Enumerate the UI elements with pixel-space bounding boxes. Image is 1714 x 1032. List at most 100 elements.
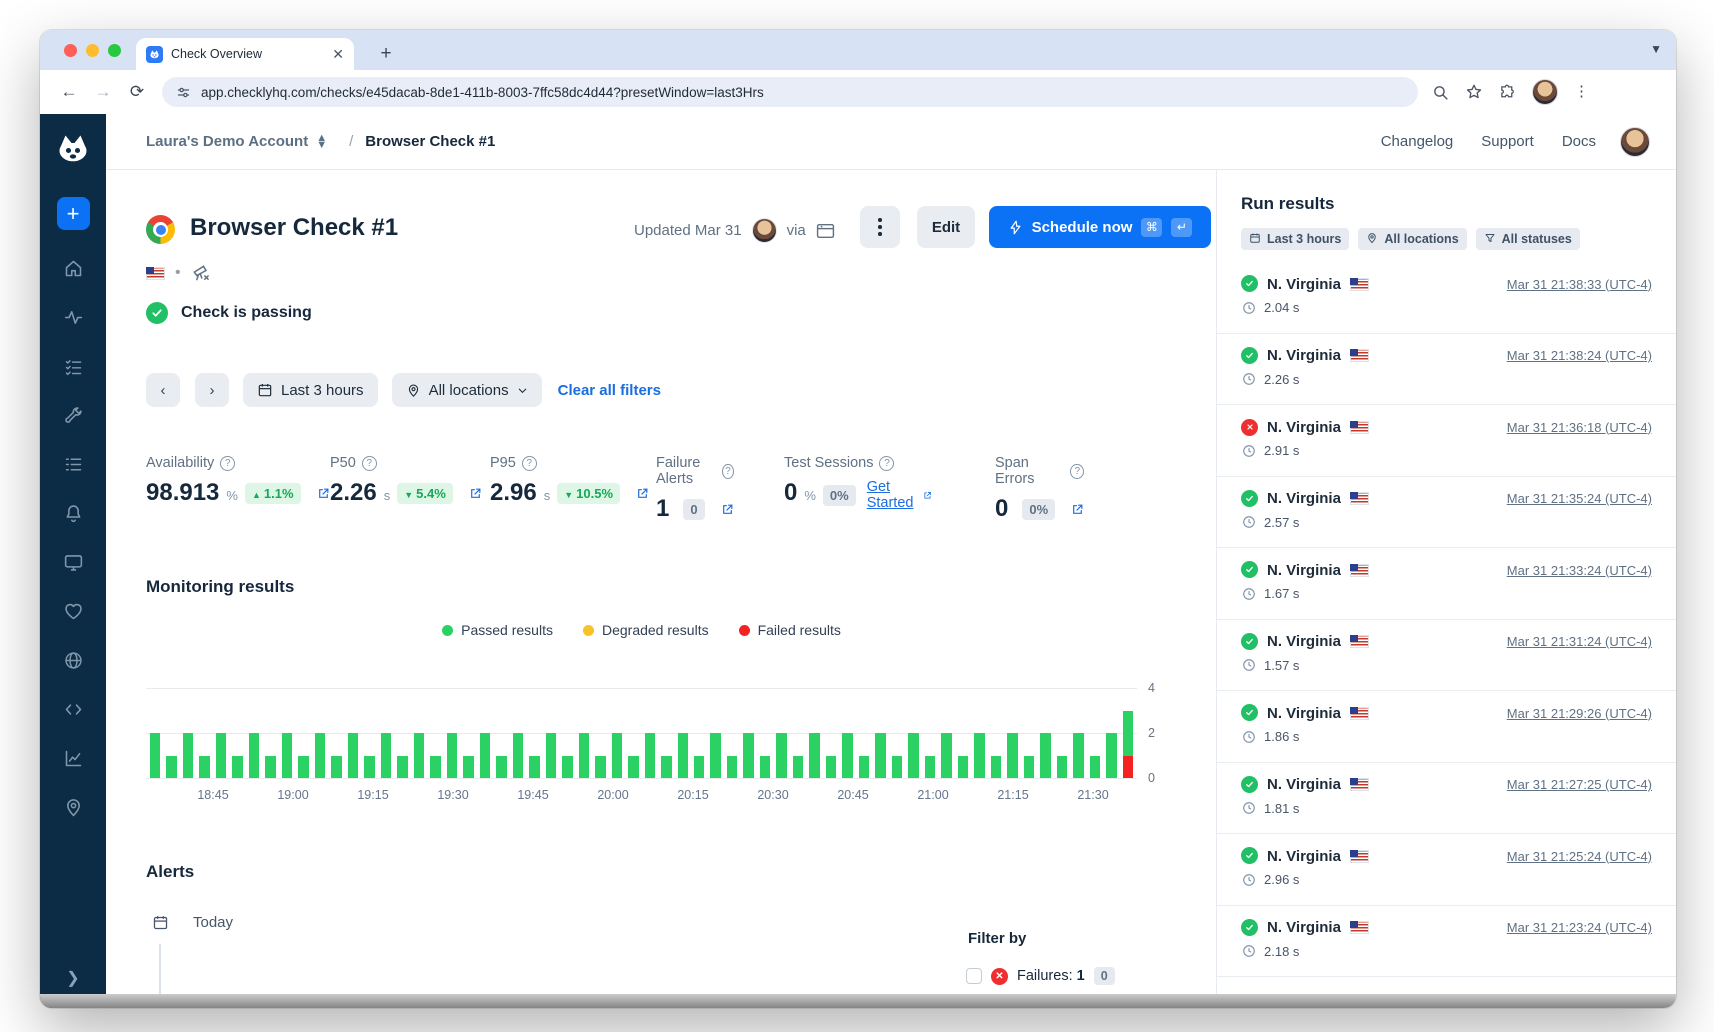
chart-bar[interactable]: [513, 733, 523, 778]
run-timestamp-link[interactable]: Mar 31 21:29:26 (UTC-4): [1507, 706, 1652, 721]
create-new-button[interactable]: +: [57, 197, 90, 230]
chart-bar[interactable]: [199, 756, 209, 779]
run-timestamp-link[interactable]: Mar 31 21:38:33 (UTC-4): [1507, 277, 1652, 292]
user-avatar[interactable]: [1620, 127, 1650, 157]
chart-bar[interactable]: [249, 733, 259, 778]
help-icon[interactable]: ?: [362, 456, 377, 471]
chart-bar[interactable]: [727, 756, 737, 779]
chart-bar[interactable]: [793, 756, 803, 779]
help-icon[interactable]: ?: [220, 456, 235, 471]
chart-bar[interactable]: [1024, 756, 1034, 779]
chart-bar[interactable]: [776, 733, 786, 778]
chart-bar[interactable]: [991, 756, 1001, 779]
chart-bar[interactable]: [579, 733, 589, 778]
chart-bar[interactable]: [958, 756, 968, 779]
chart-bar[interactable]: [480, 733, 490, 778]
sidebar-item-logs[interactable]: [59, 450, 87, 478]
chart-bar[interactable]: [1040, 733, 1050, 778]
chart-bar[interactable]: [447, 733, 457, 778]
chart-bar[interactable]: [645, 733, 655, 778]
chrome-menu-icon[interactable]: ⋮: [1574, 90, 1589, 94]
chart-bar[interactable]: [809, 733, 819, 778]
run-timestamp-link[interactable]: Mar 31 21:25:24 (UTC-4): [1507, 849, 1652, 864]
chart-bar[interactable]: [595, 756, 605, 779]
chart-bar[interactable]: [1057, 756, 1067, 779]
time-range-button[interactable]: Last 3 hours: [243, 373, 378, 407]
zoom-icon[interactable]: [1432, 84, 1449, 101]
run-timestamp-link[interactable]: Mar 31 21:36:18 (UTC-4): [1507, 420, 1652, 435]
chart-bar[interactable]: [974, 733, 984, 778]
get-started-link[interactable]: [312, 487, 330, 500]
help-icon[interactable]: ?: [522, 456, 537, 471]
chart-bar[interactable]: [859, 756, 869, 779]
chart-bar[interactable]: [628, 756, 638, 779]
chart-bar[interactable]: [166, 756, 176, 779]
chart-bar[interactable]: [315, 733, 325, 778]
help-icon[interactable]: ?: [879, 456, 894, 471]
chart-bar[interactable]: [908, 733, 918, 778]
chart-bar[interactable]: [760, 756, 770, 779]
chart-bar[interactable]: [1106, 733, 1116, 778]
sidebar-item-activity[interactable]: [59, 303, 87, 331]
chart-bar[interactable]: [1123, 711, 1133, 779]
sidebar-item-monitor[interactable]: [59, 548, 87, 576]
run-timestamp-link[interactable]: Mar 31 21:38:24 (UTC-4): [1507, 348, 1652, 363]
chart-bar[interactable]: [842, 733, 852, 778]
chart-bar[interactable]: [529, 756, 539, 779]
chart-bar[interactable]: [892, 756, 902, 779]
chart-bar[interactable]: [298, 756, 308, 779]
zoom-window-button[interactable]: [108, 44, 121, 57]
chart-bar[interactable]: [430, 756, 440, 779]
sidebar-item-bell[interactable]: [59, 499, 87, 527]
chart-bar[interactable]: [150, 733, 160, 778]
tab-search-chevron-icon[interactable]: ▼: [1650, 42, 1662, 56]
chart-bar[interactable]: [562, 756, 572, 779]
clear-all-filters-link[interactable]: Clear all filters: [558, 382, 661, 399]
get-started-link[interactable]: [716, 503, 734, 516]
run-timestamp-link[interactable]: Mar 31 21:31:24 (UTC-4): [1507, 634, 1652, 649]
get-started-link[interactable]: [464, 487, 482, 500]
close-window-button[interactable]: [64, 44, 77, 57]
chart-bar[interactable]: [875, 733, 885, 778]
sidebar-item-pin[interactable]: [59, 793, 87, 821]
chart-bar[interactable]: [348, 733, 358, 778]
chart-bar[interactable]: [694, 756, 704, 779]
run-timestamp-link[interactable]: Mar 31 21:23:24 (UTC-4): [1507, 920, 1652, 935]
locations-filter-button[interactable]: All locations: [392, 373, 542, 407]
docs-link[interactable]: Docs: [1562, 133, 1596, 150]
chart-bar[interactable]: [216, 733, 226, 778]
failures-checkbox[interactable]: [966, 968, 982, 984]
run-result-row[interactable]: N. Virginia Mar 31 21:36:18 (UTC-4) 2.91…: [1217, 405, 1676, 477]
run-result-row[interactable]: N. Virginia Mar 31 21:35:24 (UTC-4) 2.57…: [1217, 477, 1676, 549]
chart-bar[interactable]: [414, 733, 424, 778]
chart-bar[interactable]: [678, 733, 688, 778]
extensions-icon[interactable]: [1499, 84, 1516, 101]
run-result-row[interactable]: N. Virginia Mar 31 21:29:26 (UTC-4) 1.86…: [1217, 691, 1676, 763]
chart-bar[interactable]: [232, 756, 242, 779]
account-switcher[interactable]: Laura's Demo Account: [146, 133, 308, 150]
run-timestamp-link[interactable]: Mar 31 21:33:24 (UTC-4): [1507, 563, 1652, 578]
schedule-now-button[interactable]: Schedule now ⌘ ↵: [989, 206, 1211, 248]
help-icon[interactable]: ?: [1070, 464, 1084, 479]
chart-bar[interactable]: [925, 756, 935, 779]
next-window-button[interactable]: ›: [195, 373, 229, 407]
edit-button[interactable]: Edit: [917, 206, 975, 248]
forward-button[interactable]: →: [86, 82, 120, 102]
sidebar-item-home[interactable]: [59, 254, 87, 282]
minimize-window-button[interactable]: [86, 44, 99, 57]
sidebar-item-analytics[interactable]: [59, 744, 87, 772]
chart-bar[interactable]: [265, 756, 275, 779]
account-switcher-chevrons-icon[interactable]: ▲▼: [316, 135, 327, 149]
sidebar-item-checks[interactable]: [59, 352, 87, 380]
chart-bar[interactable]: [463, 756, 473, 779]
sidebar-item-heart[interactable]: [59, 597, 87, 625]
back-button[interactable]: ←: [52, 82, 86, 102]
chart-bar[interactable]: [826, 756, 836, 779]
run-result-row[interactable]: N. Virginia Mar 31 21:25:24 (UTC-4) 2.96…: [1217, 834, 1676, 906]
chart-bar[interactable]: [546, 733, 556, 778]
sidebar-item-tools[interactable]: [59, 401, 87, 429]
site-settings-icon[interactable]: [176, 85, 191, 100]
more-options-button[interactable]: [860, 206, 900, 248]
chart-bar[interactable]: [496, 756, 506, 779]
reload-button[interactable]: ⟳: [120, 82, 154, 102]
